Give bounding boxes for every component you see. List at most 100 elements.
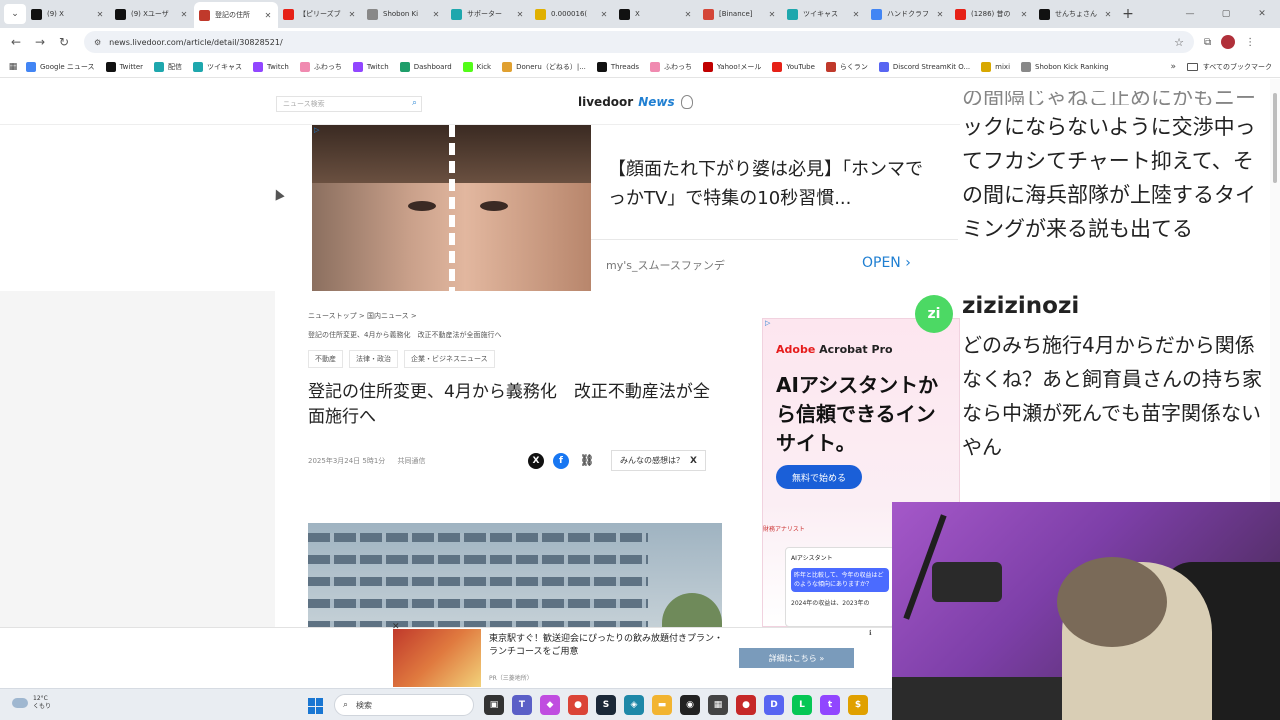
tab[interactable]: 0.000016(✕: [530, 3, 614, 25]
tab[interactable]: 【ピリーズブ ✕: [278, 3, 362, 25]
article-tag[interactable]: 法律・政治: [349, 350, 398, 368]
minimize-icon[interactable]: —: [1172, 9, 1208, 19]
bookmarks-overflow-icon[interactable]: »: [1170, 62, 1176, 72]
bookmark-item[interactable]: Twitch: [253, 61, 289, 72]
tab[interactable]: (9) X ✕: [26, 3, 110, 25]
bookmark-star-icon[interactable]: ☆: [1174, 36, 1184, 49]
bookmark-item[interactable]: ふわっち: [650, 61, 692, 72]
bookmark-item[interactable]: YouTube: [772, 61, 815, 72]
bookmark-item[interactable]: Kick: [462, 61, 491, 72]
bookmark-item[interactable]: mixi: [981, 61, 1010, 72]
menu-icon[interactable]: ⋮: [1245, 37, 1255, 48]
tab-search-icon[interactable]: ⌄: [4, 4, 26, 24]
coin-icon[interactable]: $: [848, 695, 868, 715]
news-search-input[interactable]: ニュース検索 ⌕: [276, 96, 422, 112]
tab-close-icon[interactable]: ✕: [1019, 10, 1029, 19]
tab-close-icon[interactable]: ✕: [431, 10, 441, 19]
breadcrumb[interactable]: ニューストップ > 国内ニュース >: [308, 311, 724, 321]
tab-close-icon[interactable]: ✕: [683, 10, 693, 19]
tab[interactable]: (1286) 昔の ✕: [950, 3, 1034, 25]
top-ad-headline[interactable]: 【顔面たれ下がり婆は必見】「ホンマでっかTV」で特集の10秒習慣...: [608, 155, 938, 213]
profile-avatar[interactable]: [1221, 35, 1236, 49]
bookmark-item[interactable]: Twitter: [105, 61, 143, 72]
bookmark-item[interactable]: ツイキャス: [193, 61, 242, 72]
bookmark-item[interactable]: Doneru（どねる）|...: [502, 61, 586, 72]
article-tag[interactable]: 企業・ビジネスニュース: [404, 350, 495, 368]
bookmark-item[interactable]: 配信: [154, 61, 182, 72]
tab-close-icon[interactable]: ✕: [935, 10, 945, 19]
tab-close-icon[interactable]: ✕: [767, 10, 777, 19]
maximize-icon[interactable]: ▢: [1208, 9, 1244, 19]
reload-icon[interactable]: ↻: [52, 35, 76, 49]
x-share-icon[interactable]: X: [528, 452, 544, 469]
bookmark-item[interactable]: Twitch: [352, 61, 389, 72]
bookmark-item[interactable]: Google ニュース: [26, 61, 95, 72]
calculator-icon[interactable]: ▦: [708, 695, 728, 715]
ad-info-icon[interactable]: ℹ: [869, 629, 872, 637]
weather-widget[interactable]: 12°C くもり: [12, 695, 51, 711]
bookmark-item[interactable]: Discord StreamKit O...: [878, 61, 970, 72]
tab-close-icon[interactable]: ✕: [263, 11, 273, 20]
forward-icon[interactable]: →: [28, 35, 52, 49]
tab-close-icon[interactable]: ✕: [1103, 10, 1113, 19]
back-icon[interactable]: ←: [4, 35, 28, 49]
close-window-icon[interactable]: ✕: [1244, 9, 1280, 19]
scroll-thumb[interactable]: [1273, 93, 1277, 183]
bookmark-item[interactable]: らくラン: [825, 61, 868, 72]
bookmark-item[interactable]: Dashboard: [399, 61, 452, 72]
search-icon[interactable]: ⌕: [412, 98, 417, 108]
windows-start-icon[interactable]: [308, 698, 324, 714]
opinion-button[interactable]: みんなの感想は？ X: [611, 450, 706, 471]
tab-close-icon[interactable]: ✕: [851, 10, 861, 19]
tab[interactable]: Shobon Ki ✕: [362, 3, 446, 25]
facebook-share-icon[interactable]: f: [553, 452, 569, 469]
discord-icon[interactable]: D: [764, 695, 784, 715]
ad-cta-button[interactable]: 無料で始める: [776, 465, 862, 489]
new-tab-button[interactable]: +: [1118, 6, 1138, 22]
tab[interactable]: ハンドクラフ ✕: [866, 3, 950, 25]
tab[interactable]: (9) Xユーザ ✕: [110, 3, 194, 25]
bottom-ad-details-button[interactable]: 詳細はこちら »: [739, 648, 854, 668]
tab[interactable]: 登記の住所 ✕: [194, 2, 278, 28]
copilot-icon[interactable]: ◆: [540, 695, 560, 715]
site-logo[interactable]: livedoor News: [578, 95, 693, 109]
all-bookmarks[interactable]: すべてのブックマーク: [1186, 62, 1272, 72]
teams-icon[interactable]: T: [512, 695, 532, 715]
steam-icon[interactable]: S: [596, 695, 616, 715]
top-ad-open-button[interactable]: OPEN ›: [862, 255, 911, 271]
bookmark-item[interactable]: Yahoo!メール: [703, 61, 761, 72]
tab-close-icon[interactable]: ✕: [515, 10, 525, 19]
tab[interactable]: X ✕: [614, 3, 698, 25]
article-source[interactable]: 共同通信: [398, 457, 426, 465]
bookmark-item[interactable]: Threads: [596, 61, 639, 72]
chrome-icon[interactable]: ●: [568, 695, 588, 715]
line-icon[interactable]: L: [792, 695, 812, 715]
tab-close-icon[interactable]: ✕: [179, 10, 189, 19]
bottom-ad-text[interactable]: 東京駅すぐ！歓送迎会にぴったりの飲み放題付きプラン・ランチコースをご用意: [489, 633, 729, 659]
apps-grid-icon[interactable]: ▦: [0, 62, 26, 72]
twitch-icon[interactable]: t: [820, 695, 840, 715]
ad-choices-icon[interactable]: ▷: [765, 319, 770, 327]
top-banner-ad[interactable]: ▷ 【顔面たれ下がり婆は必見】「ホンマでっかTV」で特集の10秒習慣... my…: [312, 125, 958, 291]
record-icon[interactable]: ●: [736, 695, 756, 715]
task-view-icon[interactable]: ▣: [484, 695, 504, 715]
bookmark-item[interactable]: Shobon Kick Ranking: [1021, 61, 1109, 72]
tab-close-icon[interactable]: ✕: [599, 10, 609, 19]
tab-close-icon[interactable]: ✕: [95, 10, 105, 19]
bookmark-item[interactable]: ふわっち: [299, 61, 342, 72]
tab[interactable]: ツイキャス ✕: [782, 3, 866, 25]
app-icon[interactable]: ◈: [624, 695, 644, 715]
bottom-sticky-ad[interactable]: ✕ 東京駅すぐ！歓送迎会にぴったりの飲み放題付きプラン・ランチコースをご用意 P…: [0, 622, 892, 688]
ad-choices-icon[interactable]: ▷: [314, 126, 319, 134]
taskbar-search[interactable]: ⌕ 検索: [334, 694, 474, 716]
close-ad-icon[interactable]: ✕: [392, 622, 400, 632]
folder-icon[interactable]: ▬: [652, 695, 672, 715]
tab-close-icon[interactable]: ✕: [347, 10, 357, 19]
link-copy-icon[interactable]: ⛓: [578, 453, 596, 469]
article-tag[interactable]: 不動産: [308, 350, 343, 368]
address-bar[interactable]: ⚙ news.livedoor.com/article/detail/30828…: [84, 31, 1194, 53]
tab[interactable]: せんちょさん ✕: [1034, 3, 1118, 25]
site-info-icon[interactable]: ⚙: [94, 38, 101, 47]
tab[interactable]: サポーター ✕: [446, 3, 530, 25]
tab[interactable]: [Binance] ✕: [698, 3, 782, 25]
